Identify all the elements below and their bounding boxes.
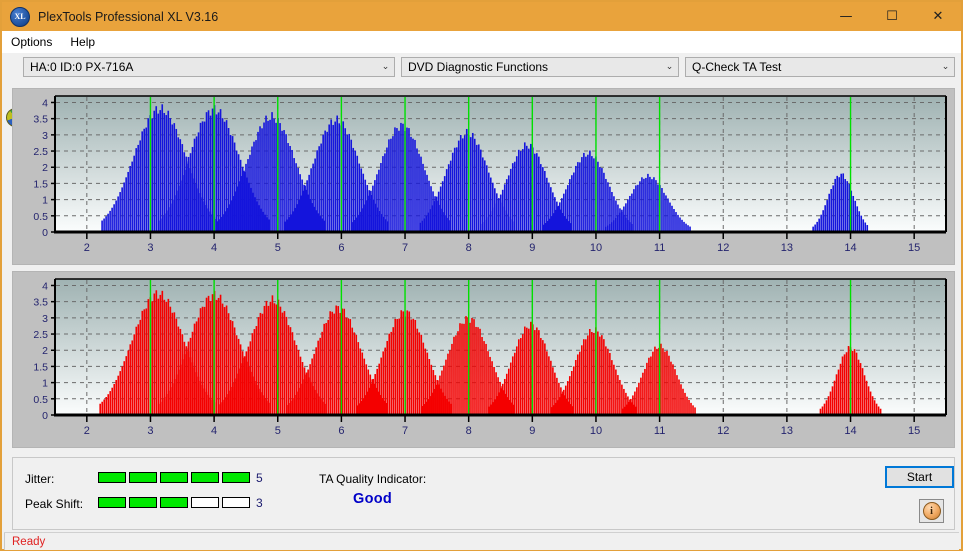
drive-select-value: HA:0 ID:0 PX-716A <box>30 60 134 74</box>
function-select-value: DVD Diagnostic Functions <box>408 60 549 74</box>
x-tick-label: 5 <box>275 425 281 437</box>
y-tick-label: 2.5 <box>33 329 48 341</box>
x-tick-label: 11 <box>654 242 665 254</box>
jitter-value: 5 <box>256 471 263 485</box>
jitter-meter <box>98 472 250 483</box>
peak-shift-chart: 0 0.5 1 1.5 2 2.5 3 3.5 4 2 3 4 5 6 7 8 9 10 11 12 13 14 15 <box>13 272 954 447</box>
info-button[interactable]: i <box>919 499 944 523</box>
x-tick-label: 3 <box>147 242 153 254</box>
chevron-down-icon: ⌄ <box>941 62 950 72</box>
y-tick-label: 3 <box>42 313 48 325</box>
meter-segment <box>222 497 250 508</box>
x-tick-label: 4 <box>211 425 217 437</box>
peak-shift-value: 3 <box>256 496 263 510</box>
meter-segment <box>191 472 219 483</box>
x-tick-label: 13 <box>781 425 793 437</box>
x-tick-label: 8 <box>466 425 472 437</box>
x-tick-label: 7 <box>402 242 408 254</box>
x-tick-label: 8 <box>466 242 472 254</box>
meter-segment <box>222 472 250 483</box>
y-tick-label: 4 <box>42 280 48 292</box>
ta-quality-label: TA Quality Indicator: <box>319 472 427 486</box>
jitter-chart: 0 0.5 1 1.5 2 2.5 3 3.5 4 2 3 4 5 6 7 8 9 10 11 12 13 14 15 <box>13 89 954 264</box>
close-icon[interactable]: ✕ <box>915 2 961 31</box>
peak-shift-label: Peak Shift: <box>25 497 84 511</box>
jitter-chart-panel: 0 0.5 1 1.5 2 2.5 3 3.5 4 2 3 4 5 6 7 8 9 10 11 12 13 14 15 <box>12 88 955 265</box>
y-tick-label: 0.5 <box>33 211 48 223</box>
y-tick-label: 3 <box>42 130 48 142</box>
meter-segment <box>160 472 188 483</box>
chevron-down-icon: ⌄ <box>665 62 674 72</box>
x-tick-label: 9 <box>529 425 535 437</box>
x-tick-label: 15 <box>908 425 920 437</box>
results-panel: Jitter: 5 Peak Shift: 3 TA Quality Indic… <box>12 457 955 530</box>
y-tick-label: 3.5 <box>33 297 48 309</box>
minimize-icon[interactable]: — <box>823 2 869 31</box>
meter-segment <box>98 472 126 483</box>
title-bar: XL PlexTools Professional XL V3.16 — ☐ ✕ <box>2 2 961 31</box>
function-select[interactable]: DVD Diagnostic Functions ⌄ <box>401 57 679 77</box>
y-tick-label: 1 <box>42 378 48 390</box>
x-tick-label: 10 <box>590 425 602 437</box>
x-tick-label: 11 <box>654 425 665 437</box>
x-tick-label: 2 <box>84 242 90 254</box>
x-tick-label: 15 <box>908 242 920 254</box>
x-tick-label: 14 <box>844 242 856 254</box>
y-tick-label: 2 <box>42 345 48 357</box>
x-tick-label: 7 <box>402 425 408 437</box>
y-tick-label: 4 <box>42 97 48 109</box>
maximize-icon[interactable]: ☐ <box>869 2 915 31</box>
meter-segment <box>160 497 188 508</box>
x-tick-label: 12 <box>717 242 729 254</box>
app-logo-icon: XL <box>10 6 30 27</box>
toolbar: HA:0 ID:0 PX-716A ⌄ DVD Diagnostic Funct… <box>2 53 961 127</box>
y-tick-label: 0 <box>42 227 48 239</box>
start-button[interactable]: Start <box>885 466 954 488</box>
x-tick-label: 9 <box>529 242 535 254</box>
app-logo-text: XL <box>14 12 26 21</box>
x-tick-label: 6 <box>338 242 344 254</box>
drive-select[interactable]: HA:0 ID:0 PX-716A ⌄ <box>23 57 395 77</box>
meter-segment <box>129 497 157 508</box>
peak-shift-meter <box>98 497 250 508</box>
y-tick-label: 0.5 <box>33 394 48 406</box>
y-tick-label: 2.5 <box>33 146 48 158</box>
status-text: Ready <box>12 535 46 548</box>
x-tick-label: 13 <box>781 242 793 254</box>
y-tick-label: 1.5 <box>33 178 48 190</box>
x-tick-label: 5 <box>275 242 281 254</box>
x-tick-label: 6 <box>338 425 344 437</box>
menu-item-help[interactable]: Help <box>61 33 104 51</box>
x-tick-label: 2 <box>84 425 90 437</box>
x-tick-label: 4 <box>211 242 217 254</box>
x-tick-label: 3 <box>147 425 153 437</box>
y-tick-label: 1.5 <box>33 361 48 373</box>
test-select-value: Q-Check TA Test <box>692 60 782 74</box>
app-window: XL PlexTools Professional XL V3.16 — ☐ ✕… <box>0 0 963 551</box>
y-tick-label: 3.5 <box>33 114 48 126</box>
x-tick-label: 14 <box>844 425 856 437</box>
x-tick-label: 10 <box>590 242 602 254</box>
info-icon: i <box>922 502 941 520</box>
status-divider <box>4 533 5 550</box>
meter-segment <box>191 497 219 508</box>
window-title: PlexTools Professional XL V3.16 <box>38 9 219 24</box>
menu-item-options[interactable]: Options <box>2 33 61 51</box>
y-tick-label: 1 <box>42 195 48 207</box>
jitter-label: Jitter: <box>25 472 55 486</box>
menu-bar: Options Help <box>2 31 961 53</box>
status-bar: Ready <box>4 532 959 550</box>
test-select[interactable]: Q-Check TA Test ⌄ <box>685 57 955 77</box>
y-tick-label: 0 <box>42 410 48 422</box>
meter-segment <box>98 497 126 508</box>
chevron-down-icon: ⌄ <box>381 62 390 72</box>
ta-quality-value: Good <box>353 491 393 507</box>
meter-segment <box>129 472 157 483</box>
peak-shift-chart-panel: 0 0.5 1 1.5 2 2.5 3 3.5 4 2 3 4 5 6 7 8 9 10 11 12 13 14 15 <box>12 271 955 448</box>
y-tick-label: 2 <box>42 162 48 174</box>
x-tick-label: 12 <box>717 425 729 437</box>
